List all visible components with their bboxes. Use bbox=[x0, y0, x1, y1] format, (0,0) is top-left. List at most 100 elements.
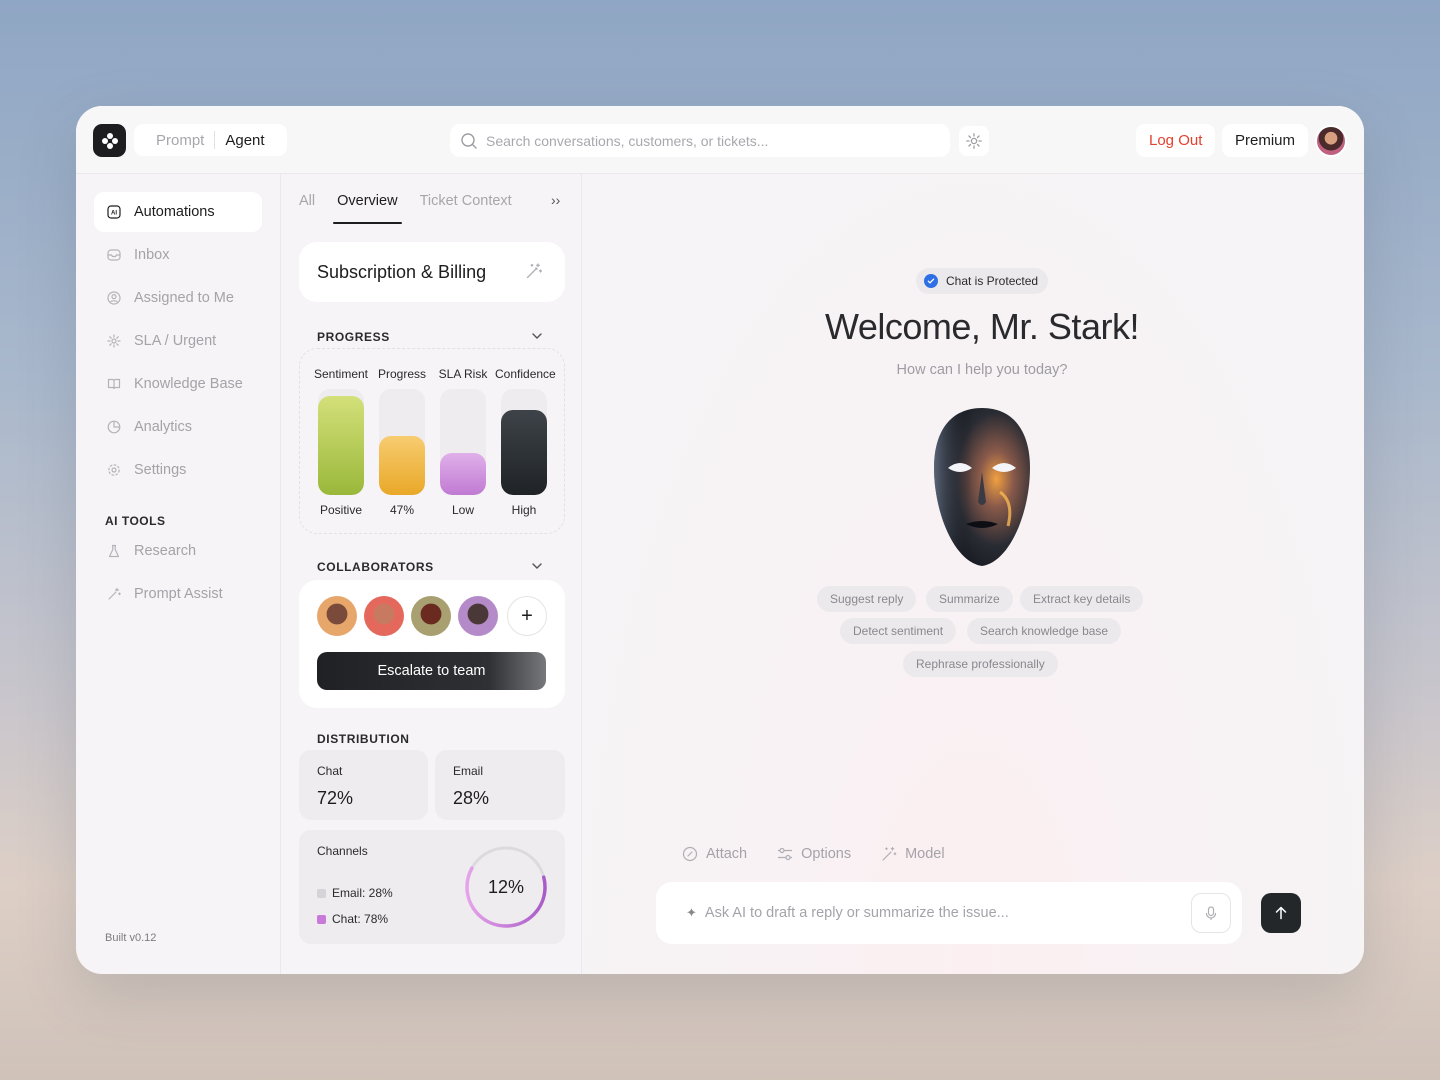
suggestion-chip[interactable]: Search knowledge base bbox=[967, 618, 1122, 644]
suggestion-chip[interactable]: Summarize bbox=[926, 586, 1013, 612]
ticket-panel: All Overview Ticket Context ›› Subscript… bbox=[281, 174, 582, 974]
logout-button[interactable]: Log Out bbox=[1136, 124, 1216, 157]
legend-chat: Chat: 78% bbox=[317, 912, 388, 926]
app-window: Prompt Agent Log Out Premium AI Aut bbox=[76, 106, 1364, 974]
sidebar-item-inbox[interactable]: Inbox bbox=[94, 235, 262, 275]
model-button[interactable]: Model bbox=[881, 846, 945, 862]
meter-fill bbox=[440, 452, 486, 495]
suggestion-chip[interactable]: Detect sentiment bbox=[840, 618, 957, 644]
collaborator-avatar[interactable] bbox=[317, 596, 357, 636]
send-button[interactable] bbox=[1261, 893, 1301, 933]
ai-icon: AI bbox=[106, 204, 122, 220]
legend-label: Chat: 78% bbox=[332, 912, 389, 926]
user-avatar[interactable] bbox=[1315, 125, 1347, 157]
collaborator-avatar[interactable] bbox=[411, 596, 451, 636]
collaborator-avatar[interactable] bbox=[364, 596, 404, 636]
meter-caption: SLA Risk bbox=[438, 367, 488, 381]
microphone-button[interactable] bbox=[1191, 893, 1231, 933]
verified-check-icon bbox=[924, 274, 938, 288]
escalate-button[interactable]: Escalate to team bbox=[317, 652, 546, 690]
panel-tabs: All Overview Ticket Context bbox=[299, 192, 534, 224]
chevron-down-icon[interactable] bbox=[531, 330, 543, 342]
sidebar-item-label: Analytics bbox=[134, 419, 193, 435]
action-label: Model bbox=[905, 846, 945, 862]
distribution-label: Chat bbox=[317, 764, 343, 778]
mode-agent[interactable]: Agent bbox=[215, 132, 274, 149]
protected-label: Chat is Protected bbox=[946, 274, 1039, 288]
tab-overview[interactable]: Overview bbox=[333, 192, 403, 224]
gear-icon bbox=[966, 133, 982, 149]
magic-wand-icon[interactable] bbox=[525, 262, 543, 285]
premium-button[interactable]: Premium bbox=[1222, 124, 1309, 157]
tab-all[interactable]: All bbox=[299, 192, 315, 222]
sidebar-item-label: SLA / Urgent bbox=[134, 333, 217, 349]
suggestion-chip[interactable]: Suggest reply bbox=[817, 586, 917, 612]
meter-track bbox=[440, 389, 486, 495]
progress-meters: Sentiment Positive Progress 47% SLA Risk… bbox=[299, 348, 565, 534]
donut-value: 12% bbox=[487, 876, 525, 897]
collaborator-avatar[interactable] bbox=[458, 596, 498, 636]
magic-wand-icon bbox=[882, 846, 897, 861]
distribution-email: Email 28% bbox=[435, 750, 565, 820]
search-settings-button[interactable] bbox=[959, 126, 989, 156]
topic-title: Subscription & Billing bbox=[317, 261, 487, 282]
sidebar-item-analytics[interactable]: Analytics bbox=[94, 407, 262, 447]
legend-email: Email: 28% bbox=[317, 886, 393, 900]
meter-fill bbox=[318, 396, 364, 495]
options-button[interactable]: Options bbox=[777, 846, 851, 862]
channels-label: Channels bbox=[317, 844, 368, 858]
sidebar-item-label: Settings bbox=[134, 462, 187, 478]
meter-confidence: Confidence High bbox=[495, 349, 556, 535]
sidebar-item-knowledge-base[interactable]: Knowledge Base bbox=[94, 364, 262, 404]
mode-prompt[interactable]: Prompt bbox=[146, 132, 214, 149]
sidebar-item-label: Assigned to Me bbox=[134, 290, 234, 306]
sidebar-item-label: Research bbox=[134, 543, 197, 559]
app-logo[interactable] bbox=[93, 124, 126, 157]
meter-track bbox=[318, 389, 364, 495]
meter-progress: Progress 47% bbox=[373, 349, 431, 535]
microphone-icon bbox=[1205, 906, 1217, 921]
sidebar-item-settings[interactable]: Settings bbox=[94, 450, 262, 490]
attach-button[interactable]: Attach bbox=[682, 846, 747, 862]
meter-fill bbox=[379, 435, 425, 495]
flower-logo-icon bbox=[101, 132, 118, 149]
top-bar: Prompt Agent Log Out Premium bbox=[76, 106, 1364, 174]
flask-icon bbox=[106, 543, 122, 559]
paperclip-icon bbox=[682, 846, 698, 862]
sidebar-item-automations[interactable]: AI Automations bbox=[94, 192, 262, 232]
chevron-down-icon[interactable] bbox=[531, 560, 543, 572]
sliders-icon bbox=[778, 847, 793, 861]
magic-wand-icon bbox=[106, 586, 122, 602]
sidebar-item-label: Prompt Assist bbox=[134, 586, 223, 602]
meter-caption: Sentiment bbox=[313, 367, 369, 381]
pie-icon bbox=[106, 419, 122, 435]
composer-input[interactable] bbox=[704, 905, 1165, 921]
mode-toggle: Prompt Agent bbox=[134, 124, 287, 156]
sidebar-item-prompt-assist[interactable]: Prompt Assist bbox=[94, 574, 262, 614]
suggestion-chip[interactable]: Extract key details bbox=[1020, 586, 1144, 612]
add-collaborator-button[interactable]: + bbox=[507, 596, 547, 636]
user-circle-icon bbox=[106, 290, 122, 306]
sidebar-item-research[interactable]: Research bbox=[94, 531, 262, 571]
distribution-label: Email bbox=[453, 764, 484, 778]
sidebar-item-label: Automations bbox=[134, 204, 215, 220]
sidebar-item-sla-urgent[interactable]: SLA / Urgent bbox=[94, 321, 262, 361]
version-label: Built v0.12 bbox=[105, 932, 157, 944]
meter-value: 47% bbox=[389, 503, 415, 517]
suggestion-chip[interactable]: Rephrase professionally bbox=[903, 651, 1058, 677]
search-input[interactable] bbox=[486, 132, 926, 149]
legend-swatch bbox=[317, 888, 326, 898]
sidebar-item-assigned[interactable]: Assigned to Me bbox=[94, 278, 262, 318]
legend-label: Email: 28% bbox=[332, 886, 393, 900]
distribution-chat: Chat 72% bbox=[299, 750, 428, 820]
welcome-heading: Welcome, Mr. Stark! bbox=[825, 306, 1139, 347]
meter-sla-risk: SLA Risk Low bbox=[434, 349, 492, 535]
sidebar-item-label: Inbox bbox=[134, 247, 170, 263]
tab-ticket-context[interactable]: Ticket Context bbox=[420, 192, 512, 222]
tabs-more-button[interactable]: ›› bbox=[551, 192, 560, 208]
meter-value: High bbox=[511, 503, 537, 517]
gear-icon bbox=[106, 462, 122, 478]
ai-tools-heading: AI TOOLS bbox=[105, 514, 166, 528]
sidebar-item-label: Knowledge Base bbox=[134, 376, 243, 392]
composer-actions: Attach Options Model bbox=[682, 846, 975, 862]
